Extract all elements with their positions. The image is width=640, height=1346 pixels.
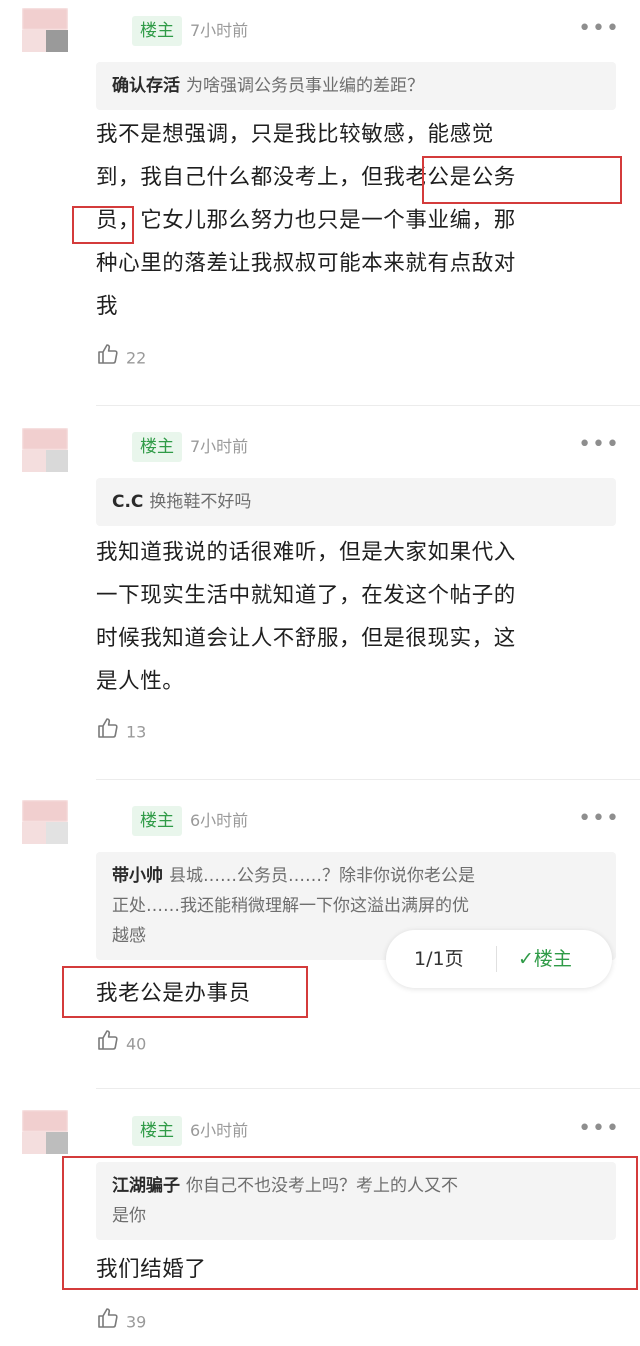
quoted-text: 为啥强调公务员事业编的差距？ [186, 76, 424, 96]
divider [96, 779, 640, 780]
divider [96, 405, 640, 406]
comment-time: 6小时前 [190, 811, 249, 830]
body-line: 我知道我说的话很难听，但是大家如果代入 [96, 540, 516, 565]
avatar[interactable] [22, 1110, 68, 1154]
body-line: 员，它女儿那么努力也只是一个事业编，那 [96, 208, 516, 233]
more-options-icon[interactable]: ••• [578, 430, 620, 460]
highlight-box [62, 1156, 638, 1290]
body-line: 我 [96, 294, 119, 319]
like-button[interactable]: 39 [96, 1306, 146, 1336]
avatar[interactable] [22, 428, 68, 472]
thumbs-up-icon [96, 342, 120, 376]
divider [496, 946, 497, 972]
like-button[interactable]: 13 [96, 716, 146, 746]
quoted-text: 正处……我还能稍微理解一下你这溢出满屏的优 [112, 896, 469, 916]
body-line: 种心里的落差让我叔叔可能本来就有点敌对 [96, 251, 516, 276]
like-count: 22 [126, 348, 147, 368]
more-options-icon[interactable]: ••• [578, 14, 620, 44]
avatar[interactable] [22, 800, 68, 844]
like-count: 13 [126, 722, 147, 742]
body-line: 我不是想强调，只是我比较敏感，能感觉 [96, 122, 494, 147]
quoted-username[interactable]: C.C [112, 492, 143, 512]
only-op-toggle[interactable]: ✓楼主 [518, 944, 572, 971]
highlight-box [72, 206, 134, 244]
body-line: 是人性。 [96, 669, 185, 694]
page-indicator[interactable]: 1/1页 [414, 944, 464, 971]
comment-body: 我知道我说的话很难听，但是大家如果代入 一下现实生活中就知道了，在发这个帖子的 … [96, 531, 624, 703]
comment-time: 7小时前 [190, 437, 249, 456]
like-button[interactable]: 22 [96, 342, 146, 372]
comment-time: 6小时前 [190, 1121, 249, 1140]
op-badge: 楼主 [132, 16, 182, 46]
body-line: 一下现实生活中就知道了，在发这个帖子的 [96, 583, 516, 608]
like-count: 40 [126, 1034, 147, 1054]
like-count: 39 [126, 1312, 147, 1332]
highlight-box [422, 156, 622, 204]
quoted-username[interactable]: 确认存活 [112, 76, 180, 96]
more-options-icon[interactable]: ••• [578, 804, 620, 834]
quoted-username[interactable]: 带小帅 [112, 866, 163, 886]
divider [96, 1088, 640, 1089]
avatar[interactable] [22, 8, 68, 52]
thumbs-up-icon [96, 1306, 120, 1340]
thumbs-up-icon [96, 716, 120, 750]
more-options-icon[interactable]: ••• [578, 1114, 620, 1144]
quoted-reply[interactable]: C.C 换拖鞋不好吗 [96, 478, 616, 526]
quoted-reply[interactable]: 确认存活 为啥强调公务员事业编的差距？ [96, 62, 616, 110]
quoted-text: 换拖鞋不好吗 [149, 492, 252, 512]
op-badge: 楼主 [132, 806, 182, 836]
op-badge: 楼主 [132, 432, 182, 462]
thumbs-up-icon [96, 1028, 120, 1062]
body-line: 时候我知道会让人不舒服，但是很现实，这 [96, 626, 516, 651]
comment-time: 7小时前 [190, 21, 249, 40]
quoted-text: 县城……公务员……？除非你说你老公是 [169, 866, 475, 886]
comment-1: 楼主 7小时前 ••• 确认存活 为啥强调公务员事业编的差距？ 我不是想强调，只是… [0, 0, 640, 406]
comment-body: 我不是想强调，只是我比较敏感，能感觉 到，我自己什么都没考上，但我老公是公务 员… [96, 113, 624, 328]
like-button[interactable]: 40 [96, 1028, 146, 1058]
op-badge: 楼主 [132, 1116, 182, 1146]
highlight-box [62, 966, 308, 1018]
